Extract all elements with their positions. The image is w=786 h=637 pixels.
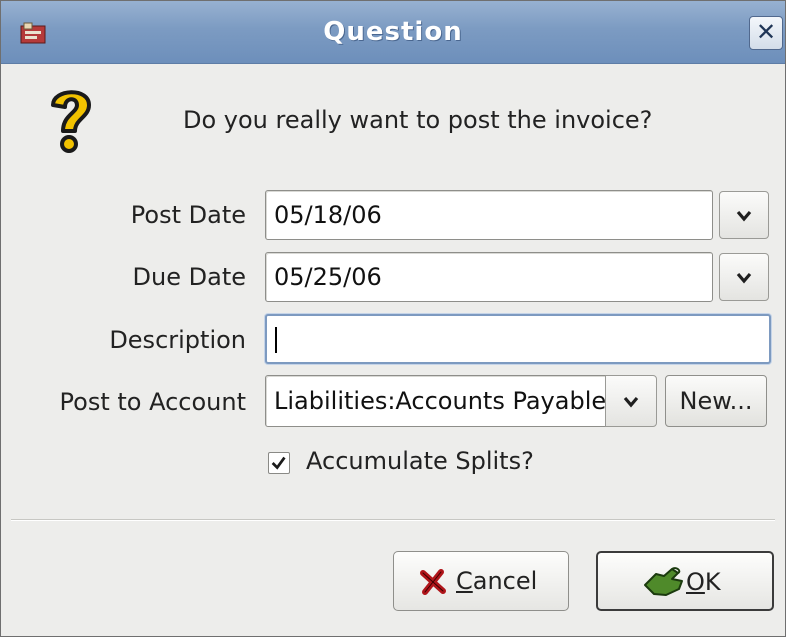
- close-icon: ✕: [755, 18, 777, 46]
- accumulate-splits-checkbox[interactable]: [268, 452, 290, 474]
- new-account-button[interactable]: New...: [665, 375, 767, 427]
- chevron-down-icon: [736, 272, 752, 284]
- dialog-message: Do you really want to post the invoice?: [183, 106, 653, 134]
- cancel-x-icon: [420, 569, 446, 595]
- accumulate-splits-label[interactable]: Accumulate Splits?: [306, 447, 534, 475]
- question-icon: [51, 90, 91, 153]
- post-to-account-label: Post to Account: [59, 388, 246, 416]
- post-date-field[interactable]: 05/18/06: [265, 190, 713, 240]
- close-button[interactable]: ✕: [749, 16, 783, 50]
- title-bar[interactable]: Question ✕: [1, 1, 785, 64]
- button-separator: [11, 519, 775, 521]
- post-date-calendar-button[interactable]: [719, 191, 769, 239]
- ok-hand-icon: [644, 567, 683, 596]
- due-date-calendar-button[interactable]: [719, 253, 769, 301]
- chevron-down-icon: [736, 210, 752, 222]
- cancel-button[interactable]: Cancel: [393, 551, 569, 611]
- description-label: Description: [109, 326, 246, 354]
- cancel-button-label: Cancel: [456, 567, 538, 595]
- due-date-field[interactable]: 05/25/06: [265, 252, 713, 302]
- checkmark-icon: [271, 456, 286, 470]
- due-date-label: Due Date: [132, 263, 246, 291]
- description-field[interactable]: [265, 314, 771, 364]
- ok-button[interactable]: OK: [596, 551, 774, 611]
- window-title: Question: [323, 17, 463, 47]
- chevron-down-icon: [623, 396, 639, 408]
- account-dropdown-button[interactable]: [605, 375, 657, 427]
- post-to-account-field[interactable]: Liabilities:Accounts Payable: [265, 375, 607, 427]
- text-caret: [275, 327, 277, 353]
- post-date-label: Post Date: [130, 201, 246, 229]
- question-dialog: Question ✕ Do you really want to post th…: [0, 0, 786, 637]
- ok-button-label: OK: [686, 568, 721, 596]
